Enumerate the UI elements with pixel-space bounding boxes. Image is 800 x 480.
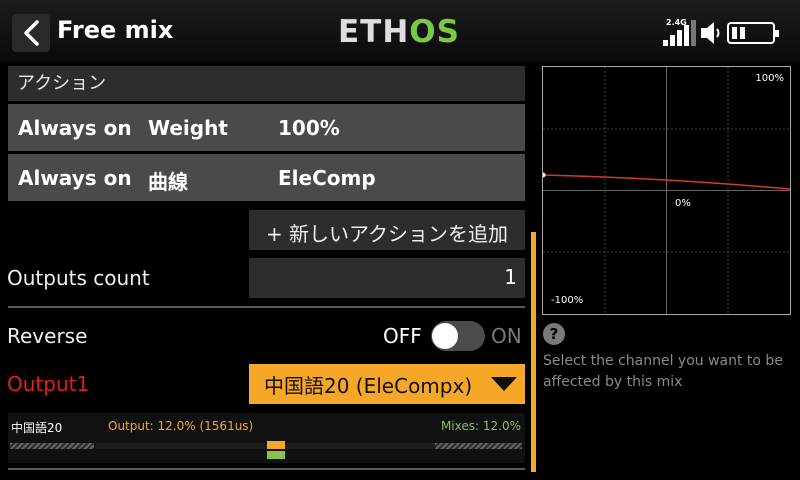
status-area: 2.4G (660, 16, 790, 48)
dropdown-caret-icon (491, 377, 517, 391)
divider (8, 468, 525, 470)
outputs-count-field[interactable]: 1 (249, 258, 525, 298)
battery-icon (727, 22, 779, 44)
divider (8, 306, 525, 308)
help-text: Select the channel you want to be affect… (543, 353, 783, 390)
action-row-curve[interactable]: Always on 曲線 EleComp (8, 154, 525, 201)
output1-label: Output1 (7, 372, 90, 396)
curve-plot (543, 67, 790, 314)
action-type: 曲線 (148, 170, 188, 194)
output-bar (267, 441, 285, 449)
add-action-button[interactable]: + 新しいアクションを追加 (249, 210, 525, 250)
reverse-toggle[interactable] (431, 321, 485, 351)
help-icon: ? (543, 323, 565, 345)
toggle-knob (432, 323, 458, 349)
curve-top-label: 100% (755, 73, 784, 84)
action-row-weight[interactable]: Always on Weight 100% (8, 104, 525, 151)
back-button[interactable] (12, 14, 50, 52)
limit-hatch-left (10, 443, 94, 449)
actions-section-header: アクション (8, 66, 525, 101)
curve-graph: 100% 0% -100% (542, 66, 791, 315)
reverse-off-label: OFF (383, 324, 422, 348)
reverse-label: Reverse (7, 324, 88, 348)
curve-bottom-label: -100% (551, 295, 584, 306)
chevron-left-icon (24, 20, 39, 46)
action-type: Weight (148, 116, 228, 140)
ethos-logo: ETHOS (338, 14, 460, 50)
monitor-channel: 中国語20 (11, 421, 63, 435)
monitor-mixes: Mixes: 12.0% (440, 419, 521, 433)
action-condition: Always on (18, 166, 132, 190)
signal-band-label: 2.4G (666, 18, 687, 27)
action-value: EleComp (278, 166, 376, 190)
curve-mid-label: 0% (675, 198, 691, 209)
speaker-icon (701, 22, 720, 44)
monitor-output: Output: 12.0% (1561us) (108, 419, 254, 433)
monitor-track (96, 443, 435, 449)
header-bar: Free mix ETHOS 2.4G (0, 0, 800, 62)
limit-hatch-right (435, 443, 522, 449)
page-title: Free mix (57, 16, 174, 44)
output1-select[interactable]: 中国語20 (EleCompx) (249, 364, 525, 404)
channel-monitor: 中国語20 Output: 12.0% (1561us) Mixes: 12.0… (8, 413, 525, 463)
mixes-bar (267, 451, 285, 459)
action-condition: Always on (18, 116, 132, 140)
scrollbar[interactable] (531, 232, 536, 472)
action-value: 100% (278, 116, 340, 140)
outputs-count-label: Outputs count (7, 266, 150, 290)
curve-position-marker (543, 172, 546, 178)
reverse-on-label: ON (491, 324, 522, 348)
output1-selected-value: 中国語20 (EleCompx) (264, 374, 473, 398)
